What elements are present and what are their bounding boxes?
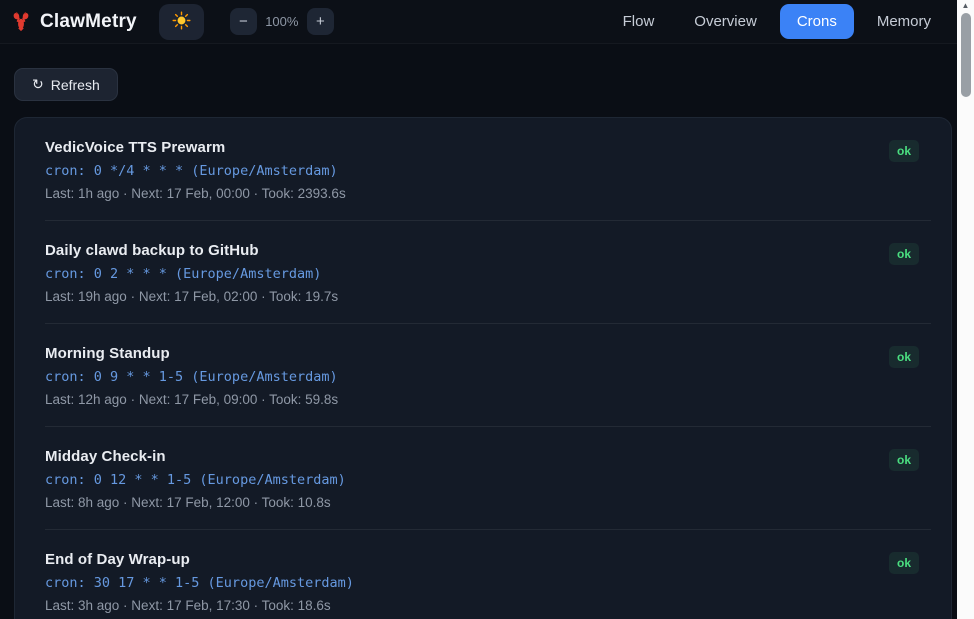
cron-name: Midday Check-in — [45, 448, 166, 465]
cron-list: VedicVoice TTS Prewarm cron: 0 */4 * * *… — [15, 118, 951, 619]
cron-meta: Last: 19h ago · Next: 17 Feb, 02:00 · To… — [45, 289, 339, 304]
status-badge: ok — [888, 140, 919, 162]
nav-item-memory[interactable]: Memory — [860, 4, 948, 39]
refresh-icon: ↻ — [32, 76, 44, 92]
cron-meta: Last: 12h ago · Next: 17 Feb, 09:00 · To… — [45, 392, 339, 407]
cron-expression: cron: 0 9 * * 1-5 (Europe/Amsterdam) — [45, 369, 338, 385]
scrollbar-thumb[interactable] — [960, 13, 971, 97]
scrollbar[interactable]: ▲ — [957, 0, 974, 619]
cron-expression: cron: 0 2 * * * (Europe/Amsterdam) — [45, 266, 322, 282]
status-badge: ok — [888, 243, 919, 265]
cron-name: Daily clawd backup to GitHub — [45, 242, 259, 259]
status-badge: ok — [888, 449, 919, 471]
app-title: ClawMetry — [40, 10, 137, 32]
header: ClawMetry − 100% + Flow Overview Crons M… — [0, 0, 974, 44]
cron-name: VedicVoice TTS Prewarm — [45, 139, 226, 156]
scroll-up-icon[interactable]: ▲ — [957, 0, 974, 12]
nav-item-crons[interactable]: Crons — [779, 4, 854, 39]
cron-list-card: VedicVoice TTS Prewarm cron: 0 */4 * * *… — [14, 117, 952, 619]
cron-row: Daily clawd backup to GitHub cron: 0 2 *… — [45, 221, 931, 324]
brand: ClawMetry — [10, 11, 137, 33]
cron-name: Morning Standup — [45, 345, 170, 362]
cron-name: End of Day Wrap-up — [45, 551, 190, 568]
main-nav: Flow Overview Crons Memory — [606, 4, 948, 39]
cron-expression: cron: 0 12 * * 1-5 (Europe/Amsterdam) — [45, 472, 346, 488]
cron-row: End of Day Wrap-up cron: 30 17 * * 1-5 (… — [45, 530, 931, 619]
sun-icon — [172, 10, 191, 33]
refresh-button[interactable]: ↻ Refresh — [14, 68, 118, 101]
cron-expression: cron: 0 */4 * * * (Europe/Amsterdam) — [45, 163, 338, 179]
lobster-icon — [10, 11, 32, 33]
cron-meta: Last: 3h ago · Next: 17 Feb, 17:30 · Too… — [45, 598, 331, 613]
cron-row: VedicVoice TTS Prewarm cron: 0 */4 * * *… — [45, 118, 931, 221]
toolbar: ↻ Refresh — [0, 44, 974, 101]
cron-expression: cron: 30 17 * * 1-5 (Europe/Amsterdam) — [45, 575, 354, 591]
cron-row: Midday Check-in cron: 0 12 * * 1-5 (Euro… — [45, 427, 931, 530]
zoom-level: 100% — [265, 14, 299, 29]
nav-item-flow[interactable]: Flow — [606, 4, 672, 39]
status-badge: ok — [888, 346, 919, 368]
cron-meta: Last: 1h ago · Next: 17 Feb, 00:00 · Too… — [45, 186, 346, 201]
nav-item-overview[interactable]: Overview — [677, 4, 774, 39]
refresh-label: Refresh — [50, 76, 100, 93]
cron-meta: Last: 8h ago · Next: 17 Feb, 12:00 · Too… — [45, 495, 331, 510]
zoom-controls: − 100% + — [229, 8, 334, 35]
cron-row: Morning Standup cron: 0 9 * * 1-5 (Europ… — [45, 324, 931, 427]
theme-toggle-button[interactable] — [158, 3, 204, 40]
zoom-in-button[interactable]: + — [306, 8, 334, 35]
zoom-out-button[interactable]: − — [229, 8, 257, 35]
status-badge: ok — [888, 552, 919, 574]
